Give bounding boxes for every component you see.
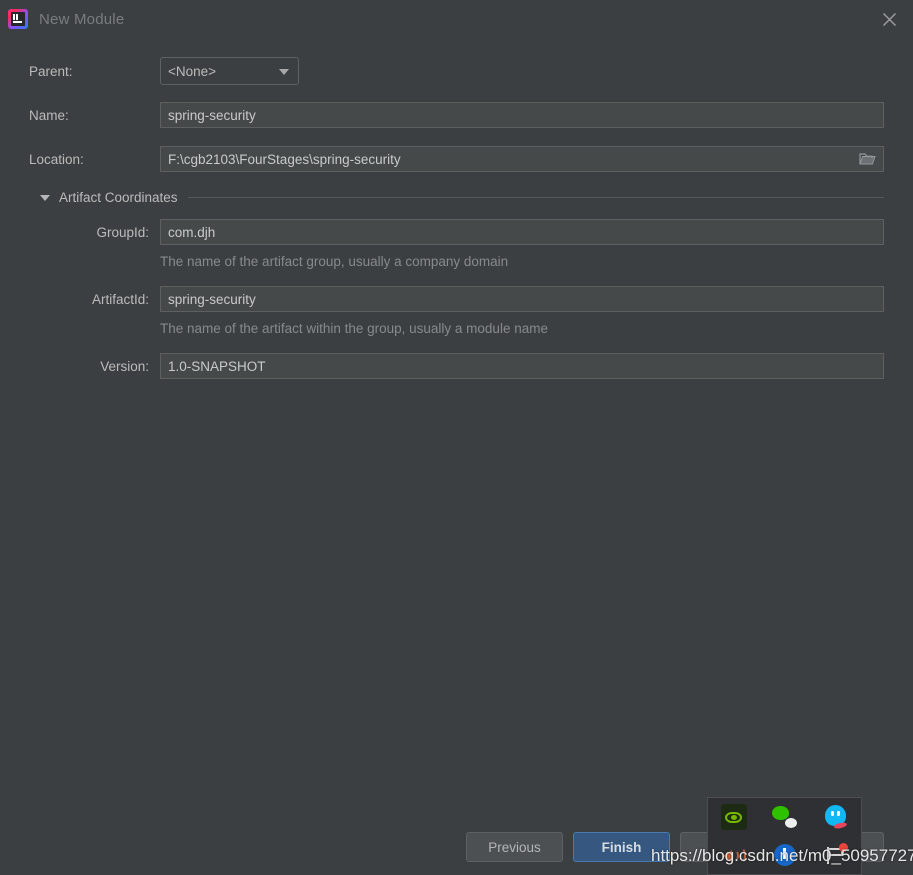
version-input-value: 1.0-SNAPSHOT <box>168 358 266 374</box>
artifact-coordinates-toggle[interactable]: Artifact Coordinates <box>40 190 884 205</box>
parent-select-value: <None> <box>168 63 217 79</box>
nvidia-icon[interactable] <box>720 804 747 830</box>
intellij-idea-icon <box>8 9 28 29</box>
volume-icon[interactable] <box>721 842 747 868</box>
artifact-id-row: ArtifactId: spring-security <box>29 286 884 312</box>
parent-select[interactable]: <None> <box>160 57 299 85</box>
wechat-icon[interactable] <box>771 804 798 830</box>
group-id-hint: The name of the artifact group, usually … <box>160 254 509 269</box>
new-module-form: Parent: <None> Name: spring-security Loc… <box>0 38 913 379</box>
version-label: Version: <box>100 358 149 374</box>
system-tray-popup <box>707 797 862 875</box>
name-row: Name: spring-security <box>29 102 884 128</box>
location-row: Location: F:\cgb2103\FourStages\spring-s… <box>29 146 884 172</box>
qq-icon[interactable] <box>823 804 849 830</box>
group-id-input[interactable]: com.djh <box>160 219 884 245</box>
location-label: Location: <box>29 151 84 167</box>
artifact-coordinates-label: Artifact Coordinates <box>59 190 178 205</box>
group-id-input-value: com.djh <box>168 224 216 240</box>
close-icon[interactable] <box>866 0 913 38</box>
version-input[interactable]: 1.0-SNAPSHOT <box>160 353 884 379</box>
dialog-title: New Module <box>39 10 125 28</box>
location-input[interactable]: F:\cgb2103\FourStages\spring-security <box>160 146 884 172</box>
location-input-value: F:\cgb2103\FourStages\spring-security <box>168 151 401 167</box>
dialog-titlebar: New Module <box>0 0 913 38</box>
name-input[interactable]: spring-security <box>160 102 884 128</box>
folder-icon[interactable] <box>852 148 882 170</box>
notification-flag-icon[interactable] <box>823 842 849 868</box>
section-divider <box>187 197 884 198</box>
artifact-id-input[interactable]: spring-security <box>160 286 884 312</box>
name-input-value: spring-security <box>168 107 256 123</box>
parent-label: Parent: <box>29 63 73 79</box>
triangle-down-icon <box>40 194 50 201</box>
blue-circle-icon[interactable] <box>772 842 798 868</box>
previous-button[interactable]: Previous <box>466 832 563 862</box>
artifact-id-label: ArtifactId: <box>91 291 149 307</box>
name-label: Name: <box>29 107 69 123</box>
chevron-down-icon <box>279 69 289 75</box>
group-id-label: GroupId: <box>96 224 149 240</box>
group-id-row: GroupId: com.djh <box>29 219 884 245</box>
artifact-id-hint: The name of the artifact within the grou… <box>160 321 548 336</box>
finish-button[interactable]: Finish <box>573 832 670 862</box>
version-row: Version: 1.0-SNAPSHOT <box>29 353 884 379</box>
parent-row: Parent: <None> <box>29 57 884 85</box>
artifact-id-input-value: spring-security <box>168 291 256 307</box>
